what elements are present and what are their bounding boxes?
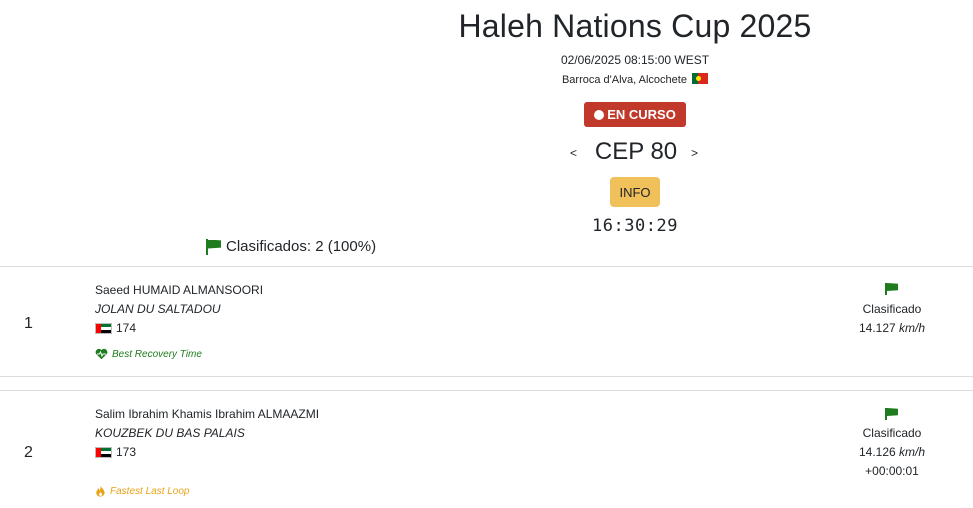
fire-icon (96, 485, 105, 497)
award-badge: Best Recovery Time (95, 348, 202, 360)
result-row[interactable]: 2 Salim Ibrahim Khamis Ibrahim ALMAAZMI … (0, 390, 973, 508)
classified-flag-icon (885, 408, 898, 420)
award-badge: Fastest Last Loop (95, 485, 190, 497)
race-clock: 16:30:29 (592, 216, 678, 236)
uae-flag-icon (95, 446, 112, 458)
info-button[interactable]: INFO (610, 177, 660, 207)
checkpoint-selector: < CEP 80 > (566, 138, 706, 168)
divider (0, 376, 973, 377)
summary-text: Clasificados: 2 (100%) (226, 238, 377, 255)
horse-name: KOUZBEK DU BAS PALAIS (95, 426, 245, 440)
result-info: Clasificado 14.127 km/h (852, 302, 932, 335)
nation: 173 (95, 445, 136, 459)
time-gap: +00:00:01 (865, 464, 919, 478)
location-text: Barroca d'Alva, Alcochete (561, 74, 687, 86)
rank: 1 (24, 315, 33, 332)
rank: 2 (24, 444, 33, 461)
rider-name: Salim Ibrahim Khamis Ibrahim ALMAAZMI (95, 407, 320, 421)
classified-flag-icon (885, 283, 898, 295)
result-status: Clasificado (862, 426, 922, 440)
portugal-flag-icon (692, 73, 709, 84)
result-status: Clasificado (862, 302, 922, 316)
bib-number: 173 (116, 445, 137, 459)
heart-pulse-icon (95, 348, 108, 360)
flag-icon (206, 238, 221, 255)
bib-number: 174 (116, 321, 137, 335)
live-dot-icon (594, 109, 605, 120)
classified-summary: Clasificados: 2 (100%) (206, 238, 376, 255)
next-checkpoint-button[interactable]: > (691, 146, 698, 160)
speed-unit: km/h (899, 321, 926, 335)
uae-flag-icon (95, 322, 112, 334)
speed-unit: km/h (899, 445, 926, 459)
event-location: Barroca d'Alva, Alcochete (0, 73, 973, 86)
award-label: Fastest Last Loop (110, 485, 190, 497)
award-label: Best Recovery Time (112, 348, 202, 360)
status-label: EN CURSO (607, 107, 676, 122)
nation: 174 (95, 321, 136, 335)
page-title: Haleh Nations Cup 2025 (458, 8, 812, 44)
status-badge: EN CURSO (584, 102, 686, 127)
rider-name: Saeed HUMAID ALMANSOORI (95, 283, 264, 297)
horse-name: JOLAN DU SALTADOU (95, 302, 221, 316)
checkpoint-label: CEP 80 (594, 138, 678, 165)
speed-value: 14.126 (858, 445, 896, 459)
event-datetime: 02/06/2025 08:15:00 WEST (560, 53, 710, 67)
result-info: Clasificado 14.126 km/h +00:00:01 (852, 426, 932, 478)
result-row[interactable]: 1 Saeed HUMAID ALMANSOORI JOLAN DU SALTA… (0, 266, 973, 376)
result-speed: 14.126 km/h (852, 445, 932, 459)
speed-value: 14.127 (858, 321, 896, 335)
result-speed: 14.127 km/h (852, 321, 932, 335)
